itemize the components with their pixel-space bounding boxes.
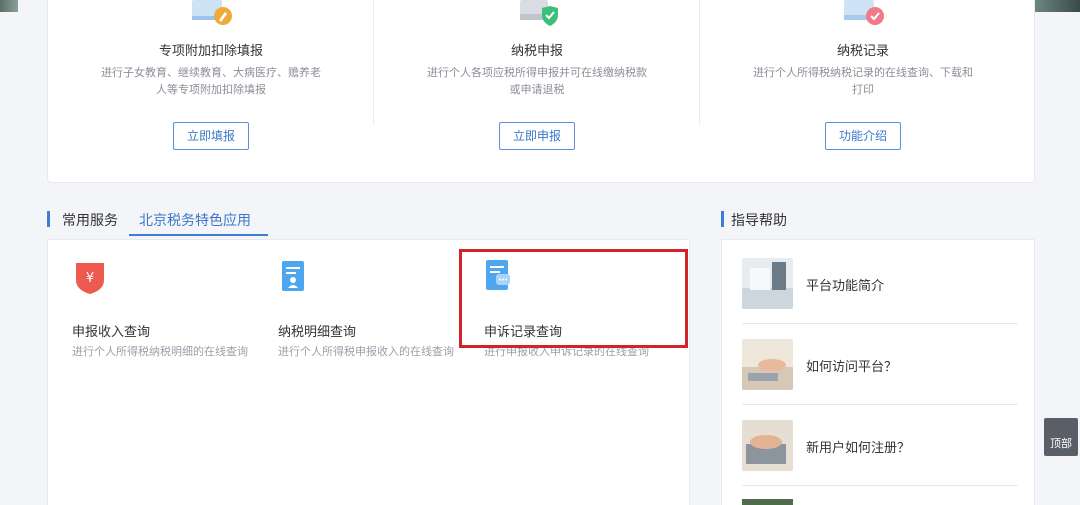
document-person-icon [282, 261, 304, 291]
tool-desc: 进行个人所得税纳税明细的在线查询 [72, 345, 248, 358]
guide-thumbnail [742, 499, 793, 505]
fill-now-button[interactable]: 立即填报 [172, 122, 250, 150]
service-tax-records: 纳税记录 进行个人所得税纳税记录的在线查询、下载和打印 功能介绍 [700, 0, 1026, 183]
header-image-right [1035, 0, 1080, 12]
section-accent-bar [47, 211, 50, 227]
back-to-top-label: 顶部 [1050, 437, 1072, 450]
svg-text:¥: ¥ [86, 271, 94, 286]
guide-item-new-user-register[interactable]: 新用户如何注册？ [742, 405, 1018, 486]
yuan-shield-icon: ¥ [76, 263, 104, 294]
guide-panel: 平台功能简介 如何访问平台？ 新用户如何注册？ [721, 239, 1035, 505]
back-to-top-button[interactable]: 顶部 [1044, 418, 1078, 456]
active-tab-underline [129, 234, 268, 236]
tab-beijing-tax-apps[interactable]: 北京税务特色应用 [139, 210, 251, 230]
tool-title: 申报收入查询 [72, 325, 151, 340]
guide-thumbnail [742, 258, 793, 309]
service-special-deduction: 专项附加扣除填报 进行子女教育、继续教育、大病医疗、赡养老人等专项附加扣除填报 … [48, 0, 374, 183]
tool-desc: 进行个人所得税申报收入的在线查询 [278, 345, 454, 358]
tab-common-services[interactable]: 常用服务 [62, 210, 118, 230]
pencil-document-icon [192, 0, 232, 25]
section-accent-bar [721, 211, 724, 227]
guide-title: 平台功能简介 [806, 279, 885, 294]
guide-thumbnail [742, 420, 793, 471]
service-tax-declaration: 纳税申报 进行个人各项应税所得申报并可在线缴纳税款或申请退税 立即申报 [374, 0, 700, 183]
service-title: 纳税申报 [510, 44, 563, 59]
declare-now-button[interactable]: 立即申报 [498, 122, 576, 150]
header-image-left [0, 0, 18, 12]
feature-intro-button[interactable]: 功能介绍 [824, 122, 902, 150]
service-title: 专项附加扣除填报 [158, 44, 263, 59]
tool-title: 纳税明细查询 [278, 325, 357, 340]
shield-check-icon [520, 0, 558, 26]
guide-item-how-to-access[interactable]: 如何访问平台？ [742, 324, 1018, 405]
guide-title: 新用户如何注册？ [806, 441, 911, 456]
service-desc: 进行个人所得税纳税记录的在线查询、下载和打印 [753, 66, 973, 96]
record-check-icon [844, 0, 884, 25]
guide-help-title: 指导帮助 [731, 213, 787, 229]
service-title: 纳税记录 [836, 44, 889, 59]
highlight-box [459, 249, 688, 348]
guide-item-platform-intro[interactable]: 平台功能简介 [742, 243, 1018, 324]
service-desc: 进行子女教育、继续教育、大病医疗、赡养老人等专项附加扣除填报 [101, 66, 321, 96]
guide-title: 如何访问平台？ [806, 360, 898, 375]
main-services-card: 专项附加扣除填报 进行子女教育、继续教育、大病医疗、赡养老人等专项附加扣除填报 … [47, 0, 1035, 183]
service-desc: 进行个人各项应税所得申报并可在线缴纳税款或申请退税 [427, 66, 647, 96]
guide-thumbnail [742, 339, 793, 390]
